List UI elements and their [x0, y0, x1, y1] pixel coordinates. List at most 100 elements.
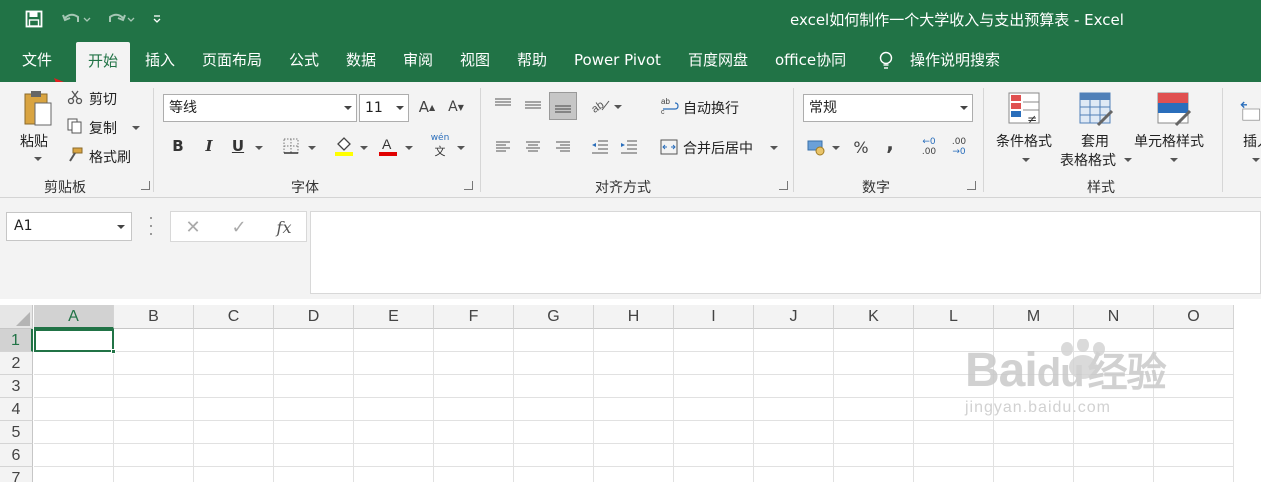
insert-cells-dropdown-icon[interactable] — [1252, 158, 1260, 162]
tell-me-search[interactable]: 操作说明搜索 — [910, 38, 1000, 82]
cell-d2[interactable] — [274, 352, 354, 375]
cell-e5[interactable] — [354, 421, 434, 444]
customize-quick-access-icon[interactable] — [148, 8, 166, 30]
cell-n6[interactable] — [1074, 444, 1154, 467]
cell-m5[interactable] — [994, 421, 1074, 444]
cell-styles-button[interactable]: 单元格样式 — [1134, 131, 1204, 151]
cell-l2[interactable] — [914, 352, 994, 375]
percent-button[interactable]: % — [851, 136, 871, 158]
cell-j1[interactable] — [754, 329, 834, 352]
cell-d6[interactable] — [274, 444, 354, 467]
cell-e3[interactable] — [354, 375, 434, 398]
cell-h6[interactable] — [594, 444, 674, 467]
cell-o5[interactable] — [1154, 421, 1234, 444]
tab-insert[interactable]: 插入 — [145, 38, 175, 82]
cell-o7[interactable] — [1154, 467, 1234, 482]
paste-icon[interactable] — [20, 88, 56, 130]
cell-a5[interactable] — [34, 421, 114, 444]
cell-h4[interactable] — [594, 398, 674, 421]
cell-d3[interactable] — [274, 375, 354, 398]
align-center-icon[interactable] — [523, 137, 543, 157]
cell-n7[interactable] — [1074, 467, 1154, 482]
cell-f3[interactable] — [434, 375, 514, 398]
cell-a3[interactable] — [34, 375, 114, 398]
row-header-3[interactable]: 3 — [0, 375, 33, 398]
column-header-d[interactable]: D — [274, 305, 354, 329]
cell-k7[interactable] — [834, 467, 914, 482]
decrease-font-icon[interactable]: A ▼ — [446, 96, 466, 118]
cell-k5[interactable] — [834, 421, 914, 444]
undo-icon[interactable] — [58, 8, 94, 30]
name-box[interactable]: A1 — [6, 212, 132, 241]
fill-color-dropdown-icon[interactable] — [360, 146, 368, 150]
cell-g1[interactable] — [514, 329, 594, 352]
tab-view[interactable]: 视图 — [460, 38, 490, 82]
cell-n2[interactable] — [1074, 352, 1154, 375]
alignment-launcher-icon[interactable] — [779, 181, 788, 190]
cell-d7[interactable] — [274, 467, 354, 482]
cell-b1[interactable] — [114, 329, 194, 352]
cell-g7[interactable] — [514, 467, 594, 482]
fill-color-icon[interactable] — [333, 134, 355, 158]
cell-c3[interactable] — [194, 375, 274, 398]
cell-n1[interactable] — [1074, 329, 1154, 352]
cell-f5[interactable] — [434, 421, 514, 444]
fill-handle[interactable] — [111, 349, 116, 354]
formula-bar-grip-icon[interactable] — [146, 214, 156, 238]
cancel-icon[interactable]: ✕ — [179, 215, 207, 239]
font-name-select[interactable]: 等线 — [163, 94, 357, 122]
increase-indent-icon[interactable] — [619, 137, 639, 157]
column-header-k[interactable]: K — [834, 305, 914, 329]
cell-l1[interactable] — [914, 329, 994, 352]
column-header-e[interactable]: E — [354, 305, 434, 329]
increase-decimal-icon[interactable]: ←0.00 — [918, 134, 940, 160]
cell-g3[interactable] — [514, 375, 594, 398]
cell-a6[interactable] — [34, 444, 114, 467]
tab-review[interactable]: 审阅 — [403, 38, 433, 82]
format-as-table-label-1[interactable]: 套用 — [1081, 131, 1109, 151]
cell-l7[interactable] — [914, 467, 994, 482]
row-header-6[interactable]: 6 — [0, 444, 33, 467]
tab-formulas[interactable]: 公式 — [289, 38, 319, 82]
cell-m3[interactable] — [994, 375, 1074, 398]
column-header-j[interactable]: J — [754, 305, 834, 329]
cell-j7[interactable] — [754, 467, 834, 482]
cell-e6[interactable] — [354, 444, 434, 467]
phonetic-dropdown-icon[interactable] — [457, 146, 465, 150]
cell-m7[interactable] — [994, 467, 1074, 482]
cell-m1[interactable] — [994, 329, 1074, 352]
orientation-dropdown-icon[interactable] — [614, 105, 622, 109]
row-header-2[interactable]: 2 — [0, 352, 33, 375]
cell-g5[interactable] — [514, 421, 594, 444]
active-cell[interactable] — [34, 329, 114, 352]
insert-cells-button[interactable]: 插入 — [1243, 131, 1261, 151]
cell-o4[interactable] — [1154, 398, 1234, 421]
cell-f7[interactable] — [434, 467, 514, 482]
cell-h7[interactable] — [594, 467, 674, 482]
cell-c5[interactable] — [194, 421, 274, 444]
column-header-i[interactable]: I — [674, 305, 754, 329]
cell-f4[interactable] — [434, 398, 514, 421]
cell-c1[interactable] — [194, 329, 274, 352]
copy-dropdown-icon[interactable] — [132, 126, 140, 130]
merge-dropdown-icon[interactable] — [770, 146, 778, 150]
cell-o1[interactable] — [1154, 329, 1234, 352]
comma-button[interactable]: , — [882, 131, 898, 155]
cell-l6[interactable] — [914, 444, 994, 467]
insert-function-icon[interactable]: fx — [269, 215, 299, 239]
cell-j6[interactable] — [754, 444, 834, 467]
cell-h3[interactable] — [594, 375, 674, 398]
font-color-dropdown-icon[interactable] — [405, 146, 413, 150]
column-header-f[interactable]: F — [434, 305, 514, 329]
cell-i5[interactable] — [674, 421, 754, 444]
bold-button[interactable]: B — [169, 136, 187, 156]
cell-f2[interactable] — [434, 352, 514, 375]
cell-a4[interactable] — [34, 398, 114, 421]
cut-button[interactable]: 剪切 — [89, 89, 117, 109]
cell-c4[interactable] — [194, 398, 274, 421]
tab-help[interactable]: 帮助 — [517, 38, 547, 82]
orientation-icon[interactable]: ab — [589, 95, 611, 115]
cell-k6[interactable] — [834, 444, 914, 467]
tab-power-pivot[interactable]: Power Pivot — [574, 38, 661, 82]
row-header-1[interactable]: 1 — [0, 329, 33, 352]
